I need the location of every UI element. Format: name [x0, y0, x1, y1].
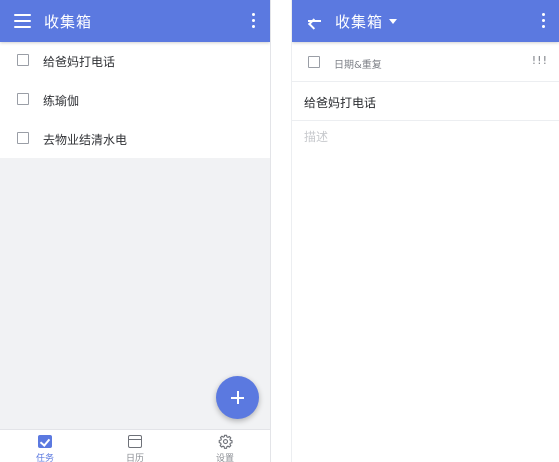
page-title: 收集箱 — [44, 13, 93, 31]
more-vert-icon[interactable] — [539, 12, 549, 30]
task-checkbox[interactable] — [17, 93, 29, 105]
tasks-check-icon — [38, 435, 52, 448]
menu-icon[interactable] — [14, 14, 31, 28]
task-list: 给爸妈打电话 练瑜伽 去物业结清水电 — [0, 42, 270, 158]
nav-tab-label: 日历 — [125, 454, 144, 462]
task-title-text: 给爸妈打电话 — [304, 96, 377, 110]
task-checkbox[interactable] — [17, 54, 29, 66]
task-row-1[interactable]: 给爸妈打电话 — [0, 42, 270, 80]
nav-tab-settings[interactable]: 设置 — [180, 430, 270, 462]
date-repeat-button[interactable]: 日期&重复 — [334, 56, 382, 71]
nav-tab-label: 设置 — [215, 454, 234, 462]
bottom-nav: 任务 日历 设置 — [0, 429, 270, 462]
calendar-icon — [128, 435, 142, 448]
nav-tab-tasks[interactable]: 任务 — [0, 430, 90, 462]
arrow-back-icon[interactable] — [306, 13, 322, 30]
screenshot-stage: 收集箱 给爸妈打电话 练瑜伽 去物业结清水电 任务 日历 设置 收集箱 日期&重… — [0, 0, 559, 462]
task-detail-screen: 收集箱 日期&重复 !!! 给爸妈打电话 描述 — [291, 0, 559, 462]
task-checkbox[interactable] — [17, 132, 29, 144]
caret-down-icon[interactable] — [389, 19, 397, 24]
gear-icon — [218, 434, 233, 449]
task-title-field[interactable]: 给爸妈打电话 — [292, 82, 559, 121]
more-vert-icon[interactable] — [249, 12, 259, 30]
task-label: 练瑜伽 — [43, 94, 80, 108]
task-label: 去物业结清水电 — [43, 133, 128, 147]
task-row-3[interactable]: 去物业结清水电 — [0, 120, 270, 158]
task-label: 给爸妈打电话 — [43, 55, 116, 69]
task-row-2[interactable]: 练瑜伽 — [0, 81, 270, 119]
page-title[interactable]: 收集箱 — [335, 11, 383, 32]
description-field[interactable]: 描述 — [304, 128, 328, 145]
nav-tab-calendar[interactable]: 日历 — [90, 430, 180, 462]
nav-tab-label: 任务 — [35, 454, 54, 462]
task-meta-row: 日期&重复 !!! — [292, 42, 559, 82]
add-task-button[interactable] — [216, 376, 259, 419]
priority-button[interactable]: !!! — [532, 54, 548, 67]
complete-checkbox[interactable] — [308, 56, 320, 68]
app-bar: 收集箱 — [292, 0, 559, 42]
task-list-screen: 收集箱 给爸妈打电话 练瑜伽 去物业结清水电 任务 日历 设置 — [0, 0, 271, 462]
app-bar: 收集箱 — [0, 0, 270, 42]
